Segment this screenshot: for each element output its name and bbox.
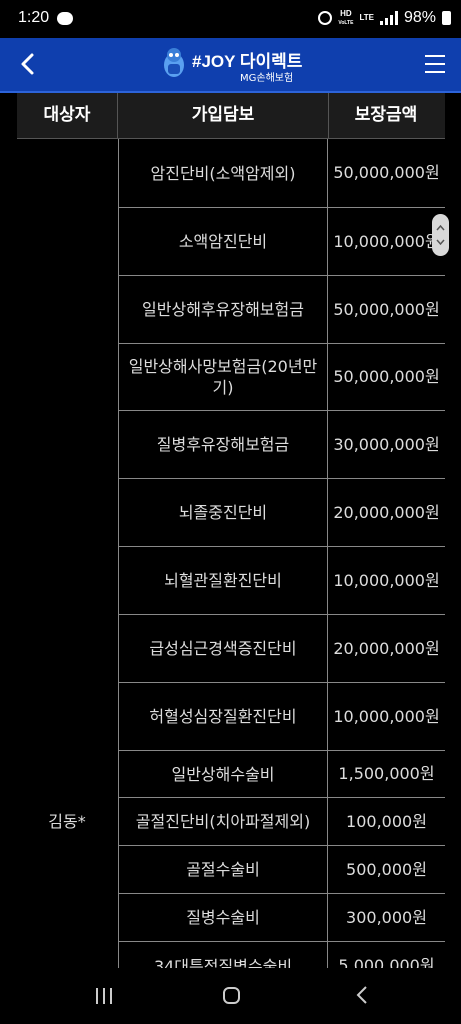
amount-cell: 50,000,000원 [333,163,440,182]
amount-cell: 30,000,000원 [333,434,440,454]
battery-percent: 98% [403,9,436,26]
coverage-cell: 일반상해사망보험금(20년만기) [118,344,328,410]
home-icon[interactable] [223,987,240,1004]
mascot-icon [164,48,184,77]
table-row: 허혈성심장질환진단비 10,000,000원 [118,683,445,751]
signal-icon [379,11,398,25]
coverage-cell: 허혈성심장질환진단비 [118,683,328,750]
column-header-amount: 보장금액 [354,105,418,125]
amount-cell: 50,000,000원 [333,367,440,386]
amount-cell: 1,500,000원 [338,764,435,783]
brand-logo[interactable]: #JOY 다이렉트 MG손해보험 [162,44,302,86]
status-bar: 1:20 HD VoLTE LTE 98% [0,0,461,38]
recent-apps-icon[interactable] [94,988,114,1004]
table-row: 질병수술비 300,000원 [118,894,445,942]
column-header-coverage: 가입담보 [117,93,329,139]
table-row: 뇌졸중진단비 20,000,000원 [118,479,445,547]
app-header: #JOY 다이렉트 MG손해보험 [0,38,461,93]
alarm-icon [318,11,333,25]
coverage-cell: 암진단비(소액암제외) [118,139,328,207]
table-row: 골절진단비(치아파절제외) 100,000원 [118,798,445,846]
amount-cell: 500,000원 [346,859,427,879]
amount-cell: 100,000원 [346,811,427,831]
brand-subtitle: MG손해보험 [240,73,294,84]
table-row: 소액암진단비 10,000,000원 [118,208,445,276]
hd-sub-label: VoLTE [338,19,354,26]
amount-cell: 10,000,000원 [333,706,440,726]
amount-cell: 20,000,000원 [333,502,440,522]
system-nav-bar [0,968,461,1024]
lte-icon: LTE [359,13,374,22]
coverage-cell: 일반상해후유장해보험금 [118,276,328,343]
coverage-cell: 일반상해수술비 [118,751,328,797]
menu-icon[interactable] [425,55,445,79]
table-row: 골절수술비 500,000원 [118,846,445,894]
chat-notification-icon [57,12,73,25]
coverage-cell: 뇌혈관질환진단비 [118,547,328,614]
coverage-cell: 골절수술비 [118,846,328,893]
table-row: 질병후유장해보험금 30,000,000원 [118,411,445,479]
hd-voice-icon: HD VoLTE [338,8,354,27]
battery-icon [442,11,451,25]
scroll-thumb[interactable] [432,214,449,256]
status-icons: HD VoLTE LTE 98% [318,9,451,27]
coverage-cell: 질병후유장해보험금 [118,411,328,478]
amount-cell: 50,000,000원 [333,299,440,319]
insured-person-cell: 김동* [48,812,86,831]
coverage-cell: 소액암진단비 [118,208,328,275]
coverage-cell: 뇌졸중진단비 [118,479,328,546]
amount-cell: 10,000,000원 [333,570,440,590]
coverage-cell: 골절진단비(치아파절제외) [118,798,328,845]
amount-cell: 10,000,000원 [333,231,440,251]
table-row: 암진단비(소액암제외) 50,000,000원 [118,139,445,208]
column-header-target: 대상자 [43,105,91,125]
coverage-cell: 질병수술비 [118,894,328,941]
hd-label: HD [340,8,352,18]
table-row: 일반상해후유장해보험금 50,000,000원 [118,276,445,344]
table-row: 일반상해수술비 1,500,000원 [118,751,445,798]
coverage-cell: 급성심근경색증진단비 [118,615,328,682]
table-row: 뇌혈관질환진단비 10,000,000원 [118,547,445,615]
amount-cell: 20,000,000원 [333,638,440,658]
amount-cell: 300,000원 [346,907,427,927]
back-nav-icon[interactable] [352,984,372,1006]
status-time: 1:20 [18,9,50,26]
back-icon[interactable] [14,50,42,78]
table-row: 일반상해사망보험금(20년만기) 50,000,000원 [118,344,445,411]
table-header: 대상자 가입담보 보장금액 [17,93,445,139]
table-row: 급성심근경색증진단비 20,000,000원 [118,615,445,683]
